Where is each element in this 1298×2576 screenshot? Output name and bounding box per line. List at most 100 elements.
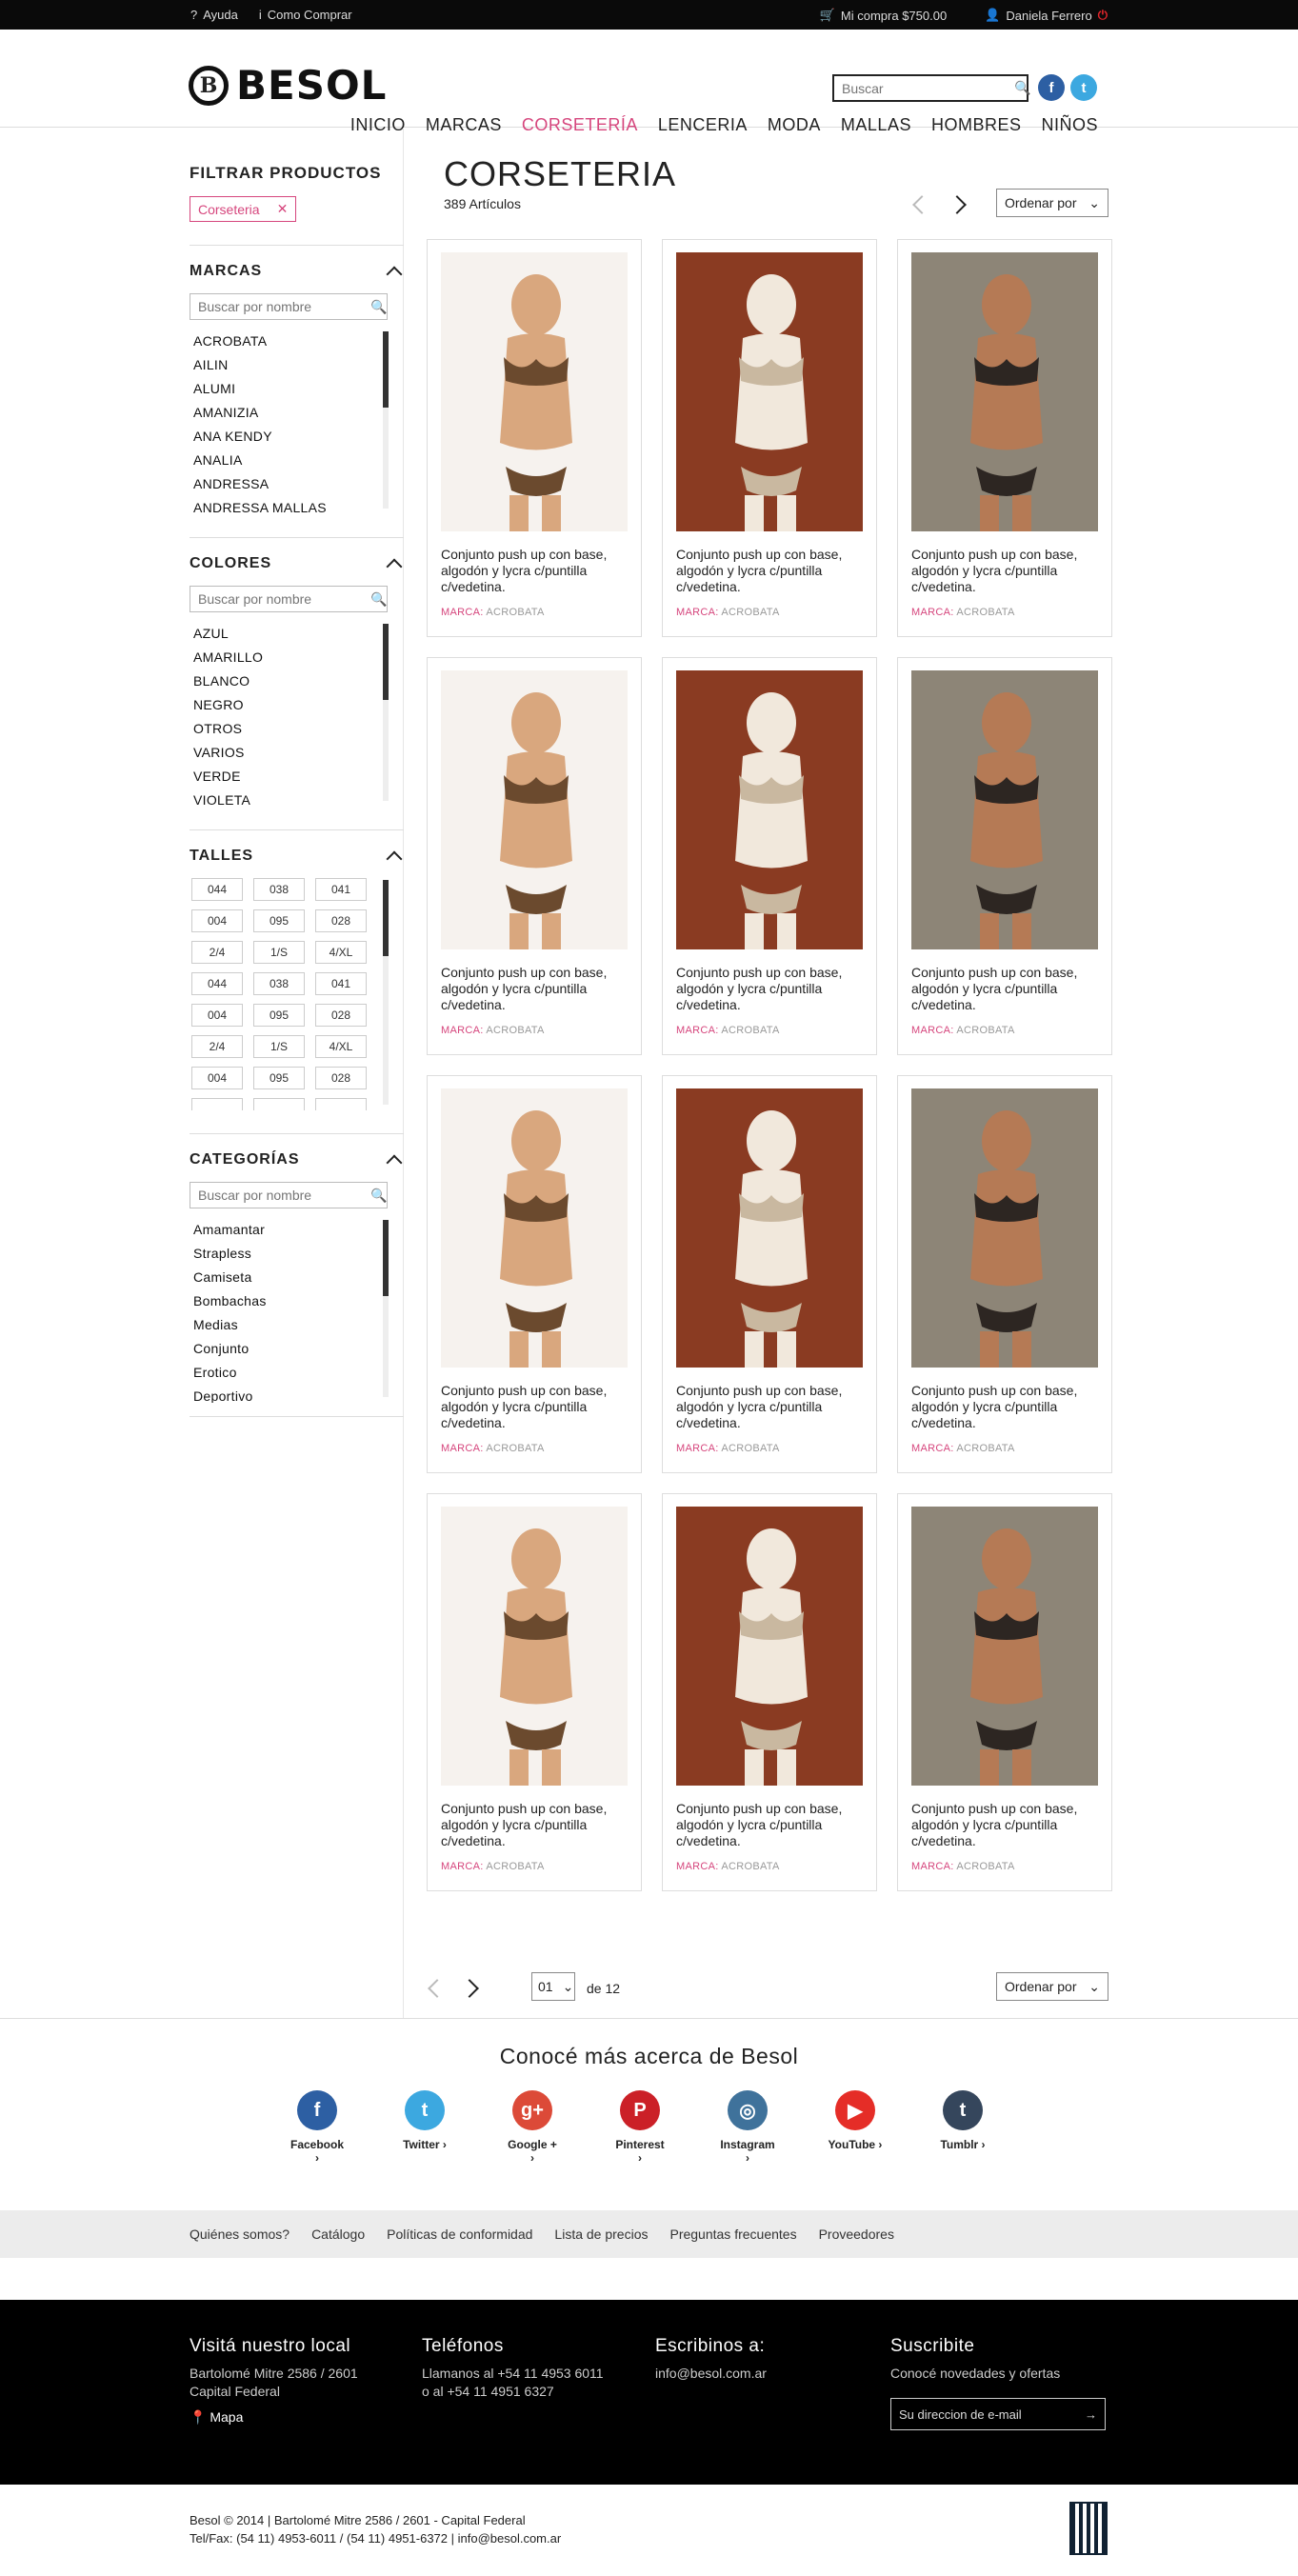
size-option[interactable]: 044 bbox=[191, 972, 243, 995]
brand-option[interactable]: ANDRESSA bbox=[193, 472, 404, 496]
power-icon[interactable]: ⏻ bbox=[1098, 8, 1108, 23]
size-option[interactable]: 095 bbox=[253, 1004, 305, 1027]
product-description[interactable]: Conjunto push up con base, algodón y lyc… bbox=[441, 1383, 628, 1431]
size-option[interactable]: 004 bbox=[191, 1067, 243, 1089]
size-option[interactable] bbox=[315, 1098, 367, 1110]
social-link[interactable]: ▶ YouTube › bbox=[828, 2090, 883, 2165]
product-card[interactable]: Conjunto push up con base, algodón y lyc… bbox=[427, 1075, 642, 1473]
size-option[interactable]: 038 bbox=[253, 878, 305, 901]
cart-link[interactable]: 🛒 Mi compra $750.00 bbox=[820, 8, 947, 23]
social-link[interactable]: t Twitter › bbox=[397, 2090, 452, 2165]
sort-select[interactable]: Ordenar por ⌄ bbox=[996, 189, 1108, 217]
color-option[interactable]: VERDE bbox=[193, 765, 404, 789]
search-icon[interactable]: 🔍 bbox=[370, 591, 387, 608]
product-photo[interactable] bbox=[441, 252, 628, 531]
category-option[interactable]: Conjunto bbox=[193, 1337, 404, 1361]
color-option[interactable]: VIOLETA bbox=[193, 789, 404, 807]
social-icon[interactable]: ▶ bbox=[835, 2090, 875, 2130]
size-option[interactable]: 2/4 bbox=[191, 941, 243, 964]
footer-link[interactable]: Preguntas frecuentes bbox=[669, 2227, 796, 2242]
logo[interactable]: B BESOL bbox=[189, 62, 387, 109]
category-search[interactable]: 🔍 bbox=[190, 1182, 388, 1208]
size-option[interactable]: 095 bbox=[253, 909, 305, 932]
product-photo[interactable] bbox=[441, 1507, 628, 1786]
chevron-up-icon[interactable] bbox=[386, 1154, 403, 1171]
color-search-input[interactable] bbox=[198, 591, 370, 607]
scrollbar[interactable] bbox=[383, 880, 389, 1105]
page-select[interactable]: 01 ⌄ bbox=[531, 1972, 575, 2001]
product-description[interactable]: Conjunto push up con base, algodón y lyc… bbox=[676, 547, 863, 595]
active-filter-chip[interactable]: Corseteria ✕ bbox=[190, 196, 297, 222]
product-card[interactable]: Conjunto push up con base, algodón y lyc… bbox=[897, 1493, 1112, 1891]
brand-option[interactable]: ANDRESSA MALLAS bbox=[193, 496, 404, 514]
brand-option[interactable]: ALUMI bbox=[193, 377, 404, 401]
brand-search[interactable]: 🔍 bbox=[190, 293, 388, 320]
product-card[interactable]: Conjunto push up con base, algodón y lyc… bbox=[427, 1493, 642, 1891]
chevron-up-icon[interactable] bbox=[386, 558, 403, 575]
product-photo[interactable] bbox=[441, 1088, 628, 1368]
size-option[interactable]: 028 bbox=[315, 1067, 367, 1089]
product-card[interactable]: Conjunto push up con base, algodón y lyc… bbox=[662, 1075, 877, 1473]
facebook-icon[interactable]: f bbox=[1038, 74, 1065, 101]
social-icon[interactable]: f bbox=[297, 2090, 337, 2130]
arrow-right-icon[interactable]: → bbox=[1085, 2407, 1097, 2422]
size-option[interactable]: 041 bbox=[315, 972, 367, 995]
category-option[interactable]: Amamantar bbox=[193, 1218, 404, 1242]
category-option[interactable]: Camiseta bbox=[193, 1266, 404, 1289]
category-option[interactable]: Deportivo bbox=[193, 1385, 404, 1403]
product-description[interactable]: Conjunto push up con base, algodón y lyc… bbox=[441, 1801, 628, 1849]
product-card[interactable]: Conjunto push up con base, algodón y lyc… bbox=[662, 239, 877, 637]
search-icon[interactable]: 🔍 bbox=[370, 1188, 387, 1204]
search-input[interactable] bbox=[842, 80, 1014, 96]
brand-option[interactable]: AILIN bbox=[193, 353, 404, 377]
product-description[interactable]: Conjunto push up con base, algodón y lyc… bbox=[911, 547, 1098, 595]
social-link[interactable]: f Facebook › bbox=[290, 2090, 345, 2165]
product-card[interactable]: Conjunto push up con base, algodón y lyc… bbox=[662, 657, 877, 1055]
twitter-icon[interactable]: t bbox=[1070, 74, 1097, 101]
category-option[interactable]: Strapless bbox=[193, 1242, 404, 1266]
category-option[interactable]: Erotico bbox=[193, 1361, 404, 1385]
product-card[interactable]: Conjunto push up con base, algodón y lyc… bbox=[897, 657, 1112, 1055]
footer-link[interactable]: Quiénes somos? bbox=[190, 2227, 290, 2242]
color-option[interactable]: BLANCO bbox=[193, 669, 404, 693]
footer-link[interactable]: Políticas de conformidad bbox=[387, 2227, 532, 2242]
category-search-input[interactable] bbox=[198, 1188, 370, 1203]
social-icon[interactable]: t bbox=[405, 2090, 445, 2130]
brand-option[interactable]: ANALIA bbox=[193, 449, 404, 472]
size-option[interactable]: 028 bbox=[315, 1004, 367, 1027]
product-photo[interactable] bbox=[911, 1507, 1098, 1786]
brand-search-input[interactable] bbox=[198, 299, 370, 314]
product-photo[interactable] bbox=[676, 252, 863, 531]
product-photo[interactable] bbox=[441, 670, 628, 949]
close-icon[interactable]: ✕ bbox=[277, 201, 289, 217]
product-photo[interactable] bbox=[676, 1507, 863, 1786]
social-icon[interactable]: t bbox=[943, 2090, 983, 2130]
size-option[interactable]: 004 bbox=[191, 1004, 243, 1027]
footer-link[interactable]: Proveedores bbox=[819, 2227, 894, 2242]
product-card[interactable]: Conjunto push up con base, algodón y lyc… bbox=[662, 1493, 877, 1891]
subscribe-input[interactable]: Su direccion de e-mail → bbox=[890, 2398, 1106, 2430]
product-card[interactable]: Conjunto push up con base, algodón y lyc… bbox=[427, 239, 642, 637]
brand-option[interactable]: ACROBATA bbox=[193, 329, 404, 353]
product-description[interactable]: Conjunto push up con base, algodón y lyc… bbox=[676, 1801, 863, 1849]
product-card[interactable]: Conjunto push up con base, algodón y lyc… bbox=[897, 239, 1112, 637]
size-option[interactable]: 041 bbox=[315, 878, 367, 901]
user-link[interactable]: 👤 Daniela Ferrero ⏻ bbox=[985, 8, 1108, 23]
social-link[interactable]: ◎ Instagram › bbox=[720, 2090, 775, 2165]
product-photo[interactable] bbox=[911, 670, 1098, 949]
footer-link[interactable]: Lista de precios bbox=[554, 2227, 648, 2242]
color-option[interactable]: OTROS bbox=[193, 717, 404, 741]
scrollbar[interactable] bbox=[383, 1220, 389, 1397]
social-icon[interactable]: ◎ bbox=[728, 2090, 768, 2130]
size-option[interactable]: 004 bbox=[191, 909, 243, 932]
size-option[interactable]: 044 bbox=[191, 878, 243, 901]
size-option[interactable]: 4/XL bbox=[315, 941, 367, 964]
product-photo[interactable] bbox=[911, 1088, 1098, 1368]
color-search[interactable]: 🔍 bbox=[190, 586, 388, 612]
social-link[interactable]: P Pinterest › bbox=[612, 2090, 668, 2165]
category-option[interactable]: Medias bbox=[193, 1313, 404, 1337]
color-option[interactable]: VARIOS bbox=[193, 741, 404, 765]
product-description[interactable]: Conjunto push up con base, algodón y lyc… bbox=[911, 1383, 1098, 1431]
product-description[interactable]: Conjunto push up con base, algodón y lyc… bbox=[676, 1383, 863, 1431]
chevron-up-icon[interactable] bbox=[386, 850, 403, 868]
